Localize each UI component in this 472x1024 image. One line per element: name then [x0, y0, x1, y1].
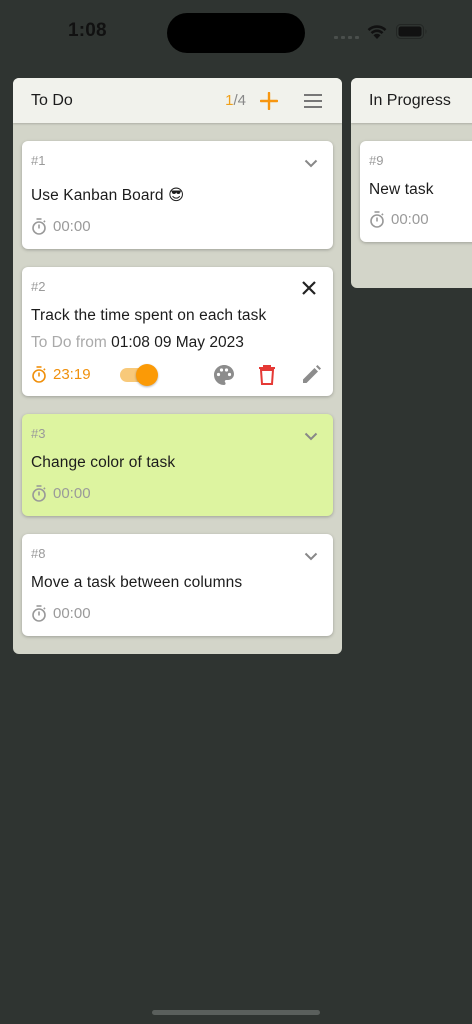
- edit-icon[interactable]: [298, 362, 324, 388]
- menu-icon[interactable]: [302, 90, 324, 112]
- add-icon[interactable]: [258, 90, 280, 112]
- timer-value: 00:00: [53, 485, 91, 502]
- palette-icon[interactable]: [211, 362, 237, 388]
- task-title: Track the time spent on each task: [31, 307, 267, 324]
- task-id: #8: [31, 546, 46, 561]
- home-indicator[interactable]: [152, 1010, 320, 1015]
- timer-value: 00:00: [53, 218, 91, 235]
- task-timer: 00:00: [31, 605, 91, 622]
- task-id: #3: [31, 426, 46, 441]
- task-card[interactable]: #8 Move a task between columns 00:00: [22, 534, 333, 636]
- close-icon[interactable]: [296, 275, 322, 301]
- task-id: #9: [369, 153, 384, 168]
- timer-value: 23:19: [53, 366, 91, 383]
- task-id: #2: [31, 279, 46, 294]
- battery-icon: [396, 24, 428, 39]
- status-timestamp: 01:08 09 May 2023: [111, 334, 244, 351]
- status-time: 1:08: [68, 20, 107, 41]
- task-card-expanded[interactable]: #2 Track the time spent on each task To …: [22, 267, 333, 396]
- task-card[interactable]: #3 Change color of task 00:00: [22, 414, 333, 516]
- timer-icon: [31, 366, 47, 383]
- column-header: To Do 1/4: [13, 78, 342, 123]
- task-count: 1/4: [225, 92, 246, 109]
- timer-value: 00:00: [53, 605, 91, 622]
- timer-icon: [369, 211, 385, 228]
- wifi-icon: [366, 22, 388, 45]
- column-title: In Progress: [369, 91, 451, 109]
- task-timer: 00:00: [369, 211, 429, 228]
- timer-toggle[interactable]: [120, 363, 160, 387]
- chevron-down-icon[interactable]: [302, 154, 320, 172]
- cellular-signal-icon: [334, 36, 359, 39]
- task-status-line: To Do from 01:08 09 May 2023: [31, 334, 244, 352]
- chevron-down-icon[interactable]: [302, 427, 320, 445]
- task-title: Move a task between columns: [31, 574, 243, 591]
- task-timer: 00:00: [31, 218, 91, 235]
- task-timer-running: 23:19: [31, 366, 91, 383]
- dynamic-island: [167, 13, 305, 53]
- column-todo: To Do 1/4 #1 Use Kanban Board 😎 00:00 #2…: [13, 78, 342, 654]
- timer-icon: [31, 218, 47, 235]
- task-title: Change color of task: [31, 454, 176, 471]
- column-header: In Progress: [351, 78, 472, 123]
- timer-value: 00:00: [391, 211, 429, 228]
- chevron-down-icon[interactable]: [302, 547, 320, 565]
- task-title: Use Kanban Board 😎: [31, 187, 185, 204]
- task-id: #1: [31, 153, 46, 168]
- timer-icon: [31, 485, 47, 502]
- task-card[interactable]: #1 Use Kanban Board 😎 00:00: [22, 141, 333, 249]
- status-label: To Do from: [31, 334, 107, 351]
- status-bar: 1:08: [0, 0, 472, 64]
- timer-icon: [31, 605, 47, 622]
- delete-icon[interactable]: [254, 362, 280, 388]
- task-timer: 00:00: [31, 485, 91, 502]
- task-card[interactable]: #9 New task 00:00: [360, 141, 472, 242]
- task-title: New task: [369, 181, 434, 198]
- column-title: To Do: [31, 91, 73, 109]
- column-in-progress: In Progress #9 New task 00:00: [351, 78, 472, 288]
